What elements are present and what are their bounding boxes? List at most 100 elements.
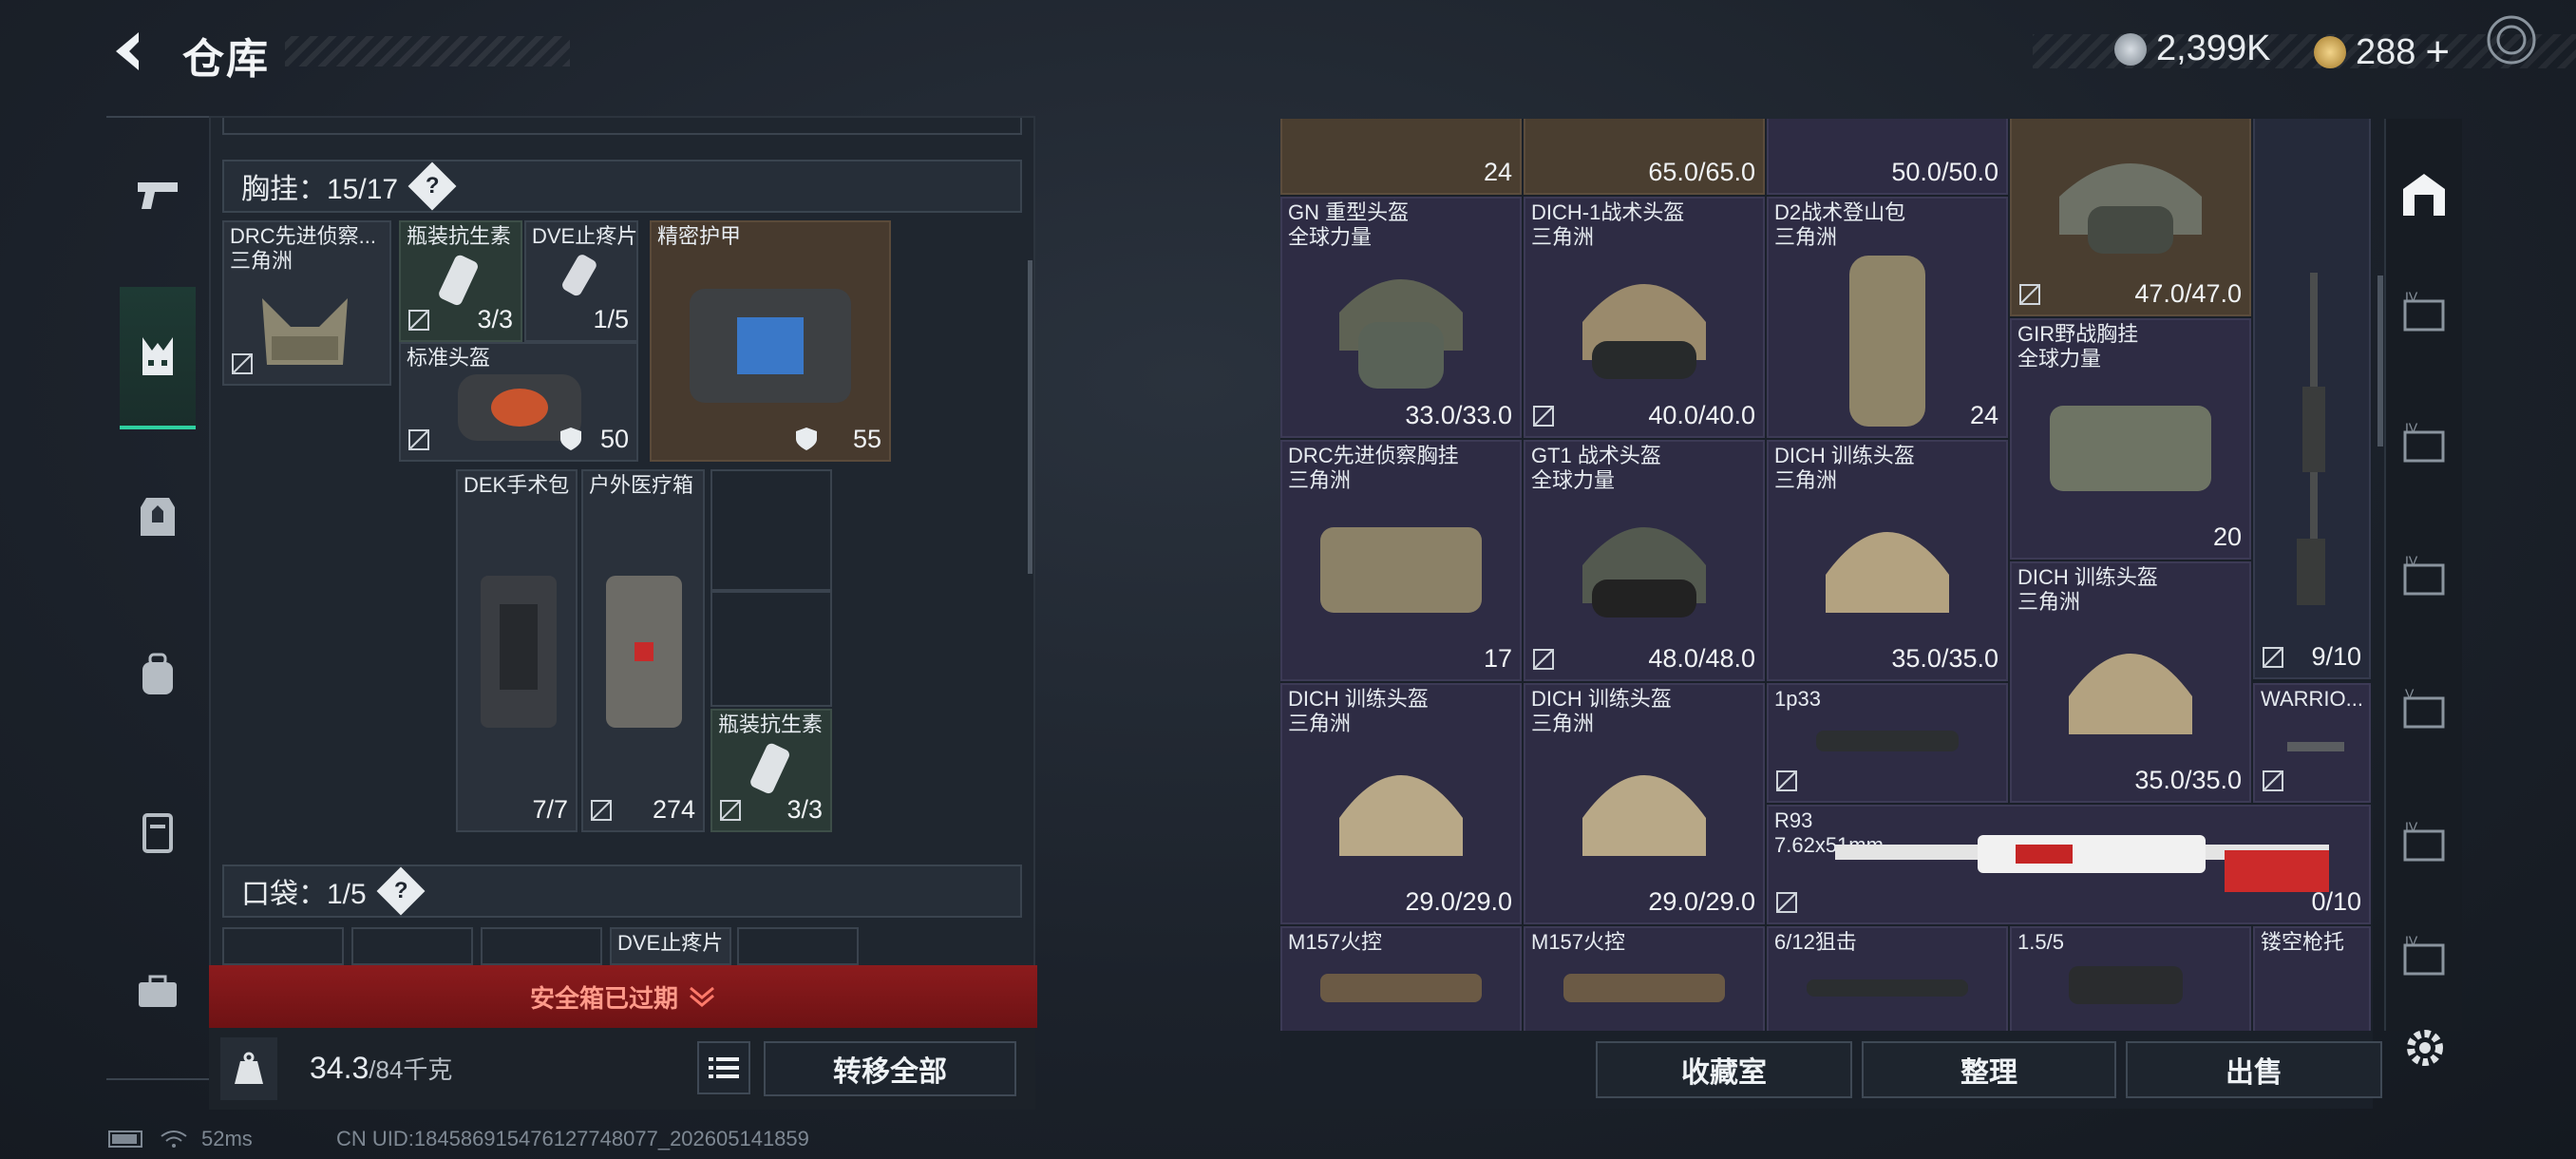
- slot-medkit[interactable]: 户外医疗箱 274: [581, 469, 705, 832]
- help-icon[interactable]: ?: [376, 866, 426, 916]
- filter-tab-4[interactable]: V: [2399, 686, 2453, 739]
- item-name: DICH-1战术头盔: [1531, 200, 1685, 224]
- item-name: DEK手术包: [464, 473, 570, 497]
- storage-item-helmet[interactable]: DICH-1战术头盔 三角洲 40.0/40.0: [1524, 197, 1765, 438]
- nav-case[interactable]: [120, 954, 196, 1030]
- filter-tab-5[interactable]: IV: [2399, 819, 2453, 872]
- slot-antibiotic[interactable]: 瓶装抗生素 3/3: [399, 220, 522, 342]
- help-icon[interactable]: ?: [407, 162, 457, 211]
- item-name: 瓶装抗生素: [718, 712, 824, 736]
- storage-item-chest-rig[interactable]: DRC先进侦察胸挂 三角洲 17: [1280, 440, 1522, 681]
- storage-item-helmet[interactable]: DICH 训练头盔 三角洲 35.0/35.0: [1767, 440, 2008, 681]
- storage-tab-icon: V: [2403, 686, 2445, 729]
- chest-rig-capacity: 胸挂：15/17: [241, 174, 399, 205]
- pocket-slot[interactable]: [351, 927, 473, 965]
- backpack-image: [1849, 256, 1925, 427]
- shield-icon: [796, 428, 817, 450]
- filter-tab-1[interactable]: IV: [2399, 289, 2453, 342]
- sell-button[interactable]: 出售: [2126, 1041, 2382, 1098]
- storage-item-helmet[interactable]: 47.0/47.0: [2010, 119, 2251, 316]
- storage-item-r93-rifle[interactable]: R93 7.62x51mm 0/10: [1767, 805, 2371, 924]
- ping-value: 52ms: [201, 1127, 253, 1150]
- collection-room-button[interactable]: 收藏室: [1596, 1041, 1852, 1098]
- weight-bar: 34.3/84千克 转移全部: [209, 1028, 1035, 1110]
- item-durability: 50.0/50.0: [1891, 158, 1998, 186]
- nav-equipment[interactable]: [120, 287, 196, 429]
- container-icon: [142, 813, 173, 853]
- target-icon[interactable]: [2485, 13, 2538, 66]
- pocket-slot[interactable]: [222, 927, 344, 965]
- pocket-slot[interactable]: [481, 927, 602, 965]
- chest-rig-image: [262, 298, 348, 365]
- no-insure-icon: [720, 800, 741, 821]
- storage-item-fire-control[interactable]: M157火控: [1524, 926, 1765, 1031]
- no-insure-icon: [2263, 770, 2283, 791]
- storage-item-helmet[interactable]: GN 重型头盔 全球力量 33.0/33.0: [1280, 197, 1522, 438]
- storage-item-scope[interactable]: 1p33: [1767, 683, 2008, 803]
- item-count: 1/5: [593, 305, 629, 333]
- storage-item-backpack[interactable]: D2战术登山包 三角洲 24: [1767, 197, 2008, 438]
- sort-button[interactable]: 整理: [1862, 1041, 2116, 1098]
- item-name: 6/12狙击: [1774, 930, 1857, 954]
- storage-item[interactable]: 24: [1280, 119, 1522, 195]
- currency-coupons[interactable]: 288 +: [2314, 28, 2450, 76]
- storage-item[interactable]: 65.0/65.0: [1524, 119, 1765, 195]
- item-name: DICH 训练头盔: [1774, 444, 1915, 467]
- slot-helmet[interactable]: 标准头盔 50: [399, 342, 638, 462]
- filter-tab-2[interactable]: IV: [2399, 420, 2453, 473]
- filter-all[interactable]: [2396, 157, 2453, 233]
- nav-backpack[interactable]: [120, 636, 196, 712]
- storage-item-fire-control[interactable]: M157火控: [1280, 926, 1522, 1031]
- painkiller-image: [562, 255, 597, 296]
- currency-hafbucks[interactable]: 2,399K: [2114, 28, 2270, 69]
- filter-tab-3[interactable]: IV: [2399, 553, 2453, 606]
- storage-item-stock[interactable]: 镂空枪托: [2253, 926, 2371, 1031]
- back-arrow-icon[interactable]: [106, 27, 156, 76]
- item-name: 户外医疗箱: [589, 473, 694, 497]
- slot-surgical-kit[interactable]: DEK手术包 7/7: [456, 469, 578, 832]
- storage-item-chest-rig[interactable]: GIR野战胸挂 全球力量 20: [2010, 318, 2251, 560]
- flashlight-image: [2287, 742, 2344, 751]
- storage-item-helmet[interactable]: DICH 训练头盔 三角洲 29.0/29.0: [1524, 683, 1765, 924]
- slot-painkiller[interactable]: DVE止疼片 1/5: [524, 220, 638, 342]
- storage-item-helmet[interactable]: DICH 训练头盔 三角洲 29.0/29.0: [1280, 683, 1522, 924]
- slot-antibiotic-2[interactable]: 瓶装抗生素 3/3: [710, 709, 832, 832]
- slot-chest-rig[interactable]: DRC先进侦察... 三角洲: [222, 220, 391, 386]
- empty-slot[interactable]: [710, 469, 832, 591]
- item-name: DRC先进侦察胸挂: [1288, 444, 1459, 467]
- add-currency-icon[interactable]: +: [2425, 28, 2450, 76]
- fire-control-image: [1563, 974, 1725, 1002]
- storage-item-sniper-scope[interactable]: 6/12狙击: [1767, 926, 2008, 1031]
- storage-item[interactable]: 50.0/50.0: [1767, 119, 2008, 195]
- list-view-button[interactable]: [697, 1041, 750, 1094]
- list-icon: [709, 1057, 739, 1078]
- pocket-slot-painkiller[interactable]: DVE止疼片: [610, 927, 731, 965]
- item-durability: 29.0/29.0: [1648, 887, 1755, 916]
- scope-image: [1807, 979, 1968, 997]
- scrollbar[interactable]: [1028, 260, 1032, 574]
- storage-item-scope[interactable]: 1.5/5: [2010, 926, 2251, 1031]
- no-insure-icon: [408, 310, 429, 331]
- storage-item-helmet[interactable]: DICH 训练头盔 三角洲 35.0/35.0: [2010, 561, 2251, 803]
- item-name: 镂空枪托: [2261, 930, 2345, 954]
- nav-weapons[interactable]: [120, 156, 196, 232]
- nav-armor[interactable]: [120, 479, 196, 555]
- grid-scrollbar[interactable]: [2377, 276, 2383, 446]
- storage-item-sniper[interactable]: 9/10: [2253, 119, 2371, 679]
- filter-tab-6[interactable]: IV: [2399, 933, 2453, 986]
- coin-silver-icon: [2114, 32, 2147, 66]
- transfer-all-button[interactable]: 转移全部: [764, 1041, 1016, 1096]
- item-name: GT1 战术头盔: [1531, 444, 1661, 467]
- item-name: WARRIO...: [2261, 687, 2363, 711]
- gear-icon[interactable]: [2401, 1024, 2449, 1072]
- safe-box-expired-banner[interactable]: 安全箱已过期: [209, 965, 1037, 1028]
- storage-item-helmet[interactable]: GT1 战术头盔 全球力量 48.0/48.0: [1524, 440, 1765, 681]
- item-faction: 全球力量: [2017, 347, 2102, 370]
- empty-slot[interactable]: [710, 591, 832, 707]
- nav-container[interactable]: [120, 794, 196, 870]
- item-name: DVE止疼片: [617, 931, 724, 955]
- pocket-slot[interactable]: [737, 927, 859, 965]
- no-insure-icon: [1776, 892, 1797, 913]
- slot-armor[interactable]: 精密护甲 55: [650, 220, 891, 462]
- storage-item-flashlight[interactable]: WARRIO...: [2253, 683, 2371, 803]
